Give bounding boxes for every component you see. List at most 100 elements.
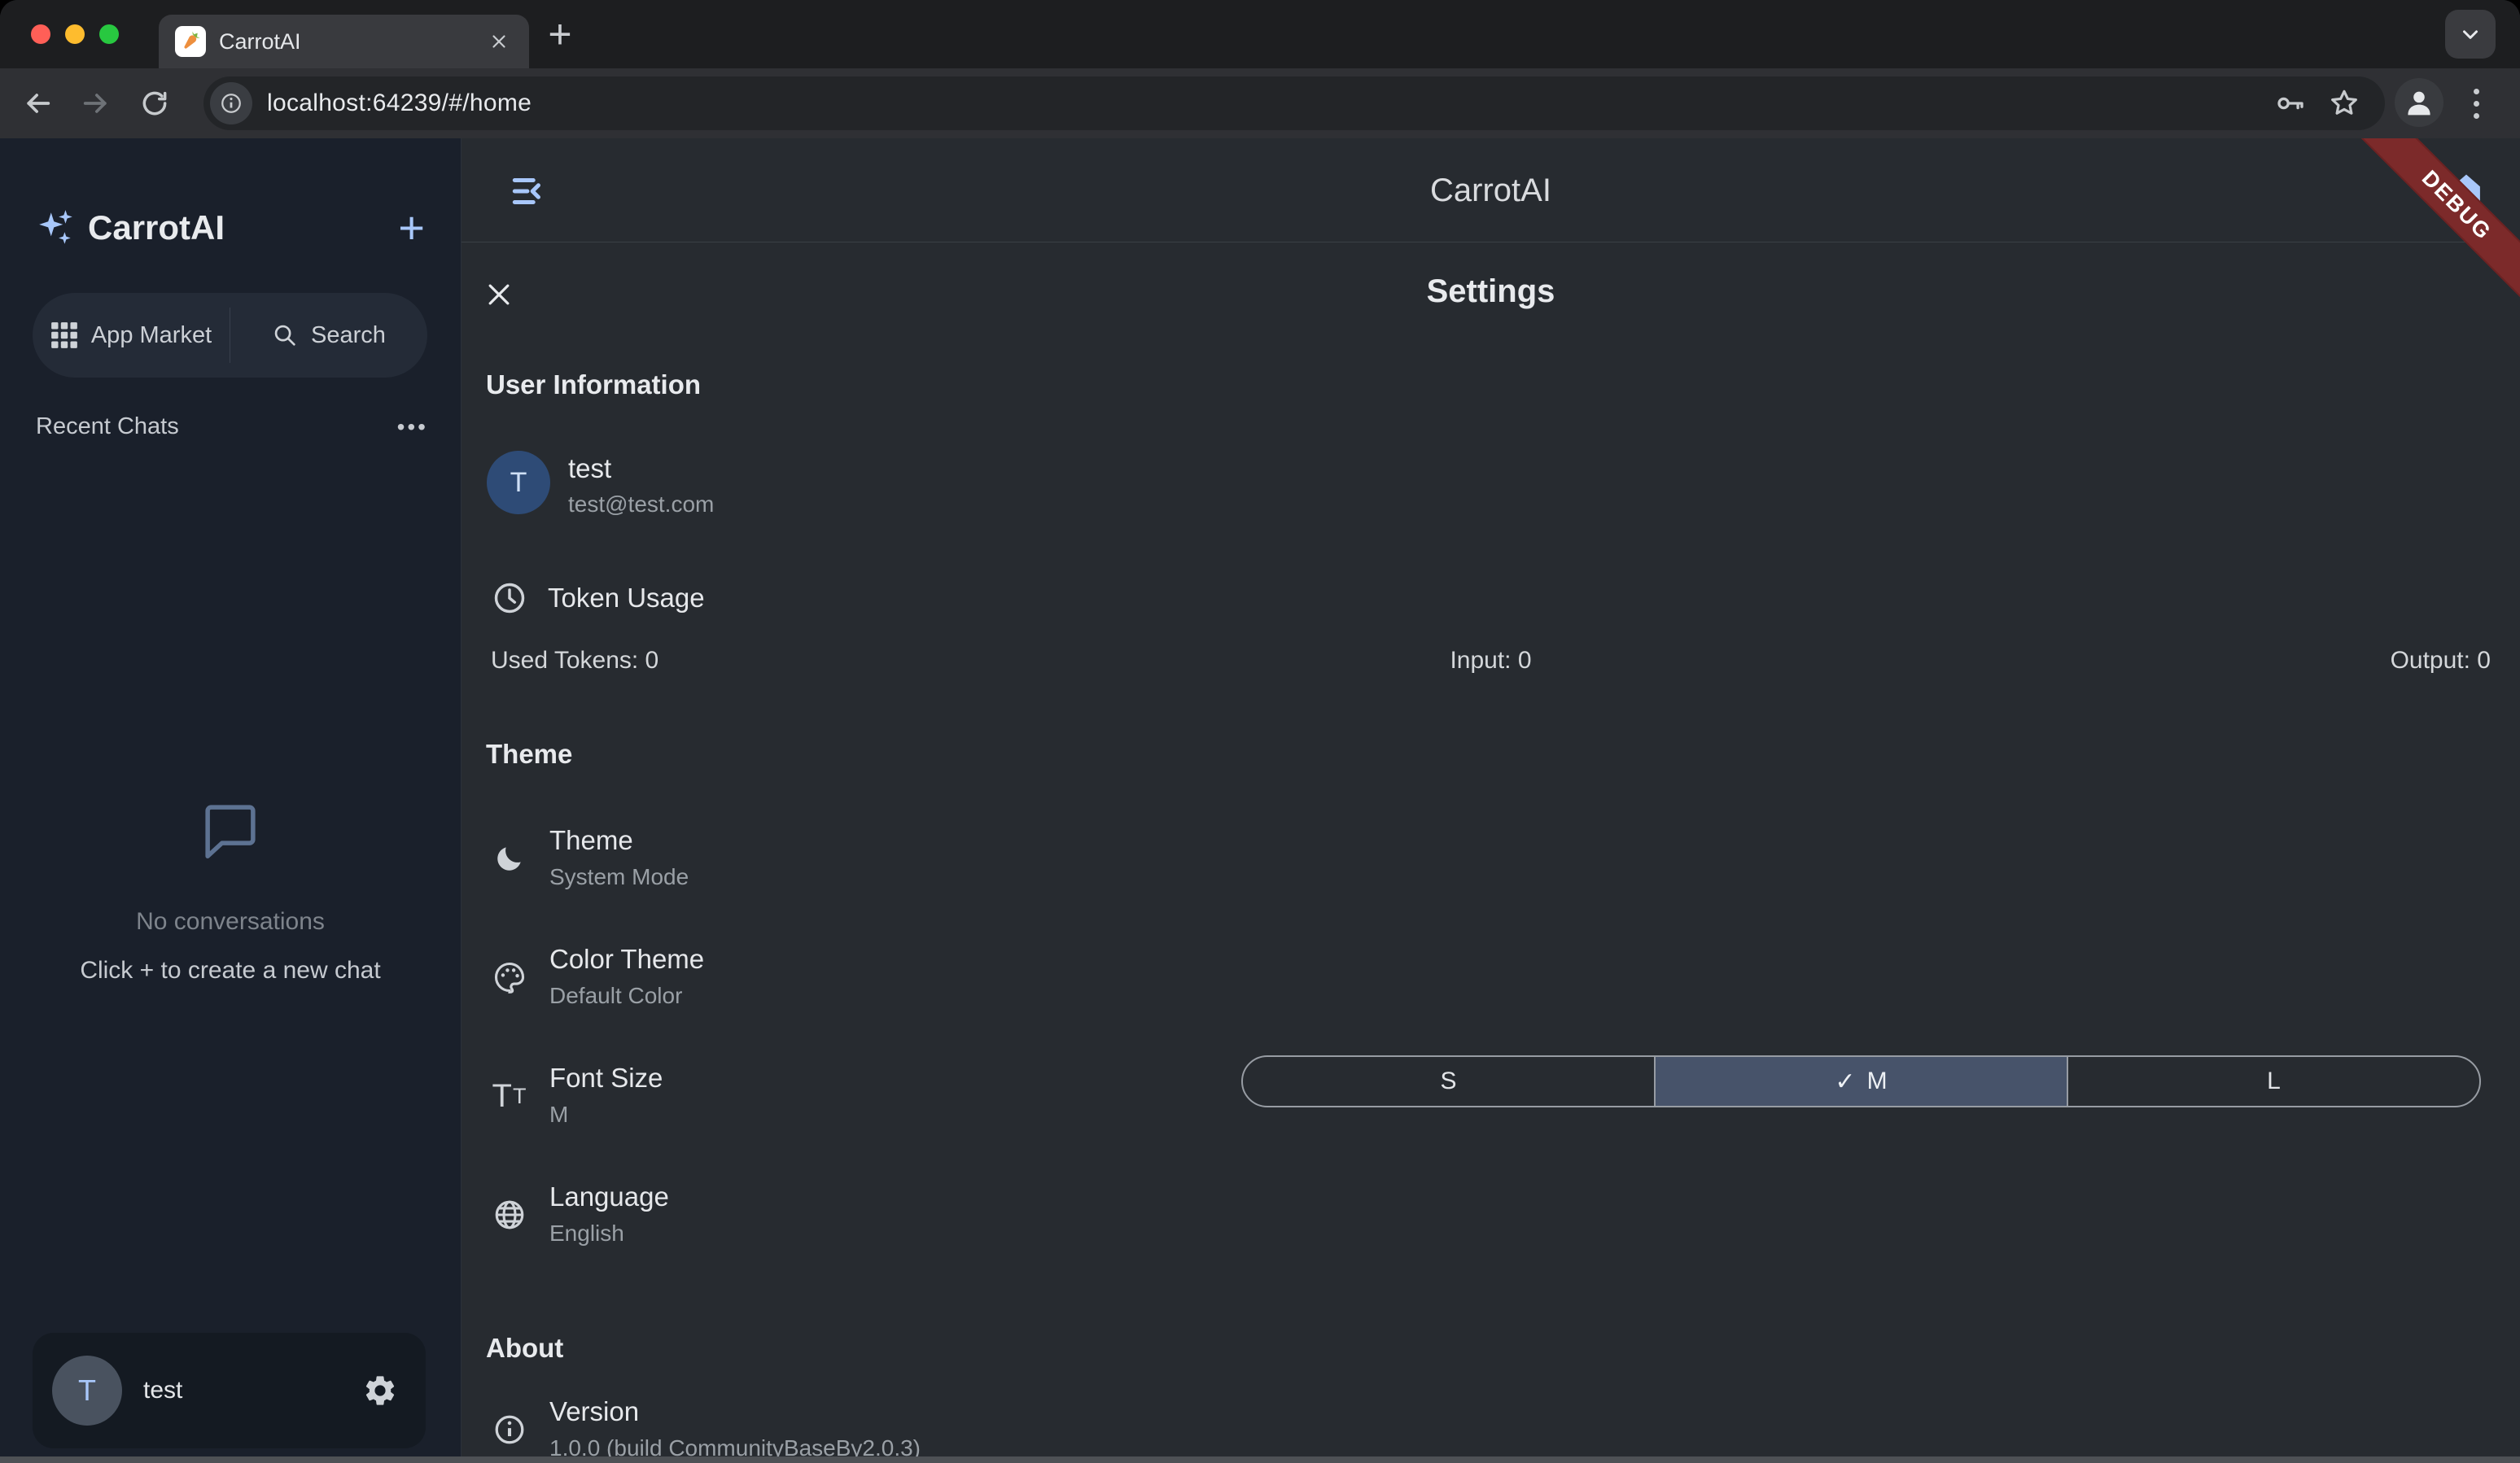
tab-search-button[interactable] [2445,10,2496,59]
bookmark-button[interactable] [2325,84,2364,123]
main-area: CarrotAI DEBUG Settings User Information [462,138,2520,1463]
font-size-option-l-label: L [2267,1068,2281,1095]
info-circle-icon [491,1411,528,1448]
browser-tab[interactable]: CarrotAI [159,15,529,68]
clock-icon [491,579,528,617]
user-info-row: T test test@test.com [487,451,714,518]
font-size-option-l[interactable]: L [2067,1057,2479,1106]
sidebar-header: CarrotAI + [36,205,425,251]
collapse-menu-icon [509,171,549,212]
app-market-label: App Market [91,322,212,349]
token-usage-row: Token Usage [491,579,705,617]
grid-icon [50,321,78,349]
new-chat-button[interactable]: + [398,205,425,251]
sparkle-logo-icon [36,207,77,248]
main-header: CarrotAI [462,138,2520,242]
recent-chats-header: Recent Chats ••• [36,413,428,440]
palette-icon [491,959,528,996]
font-size-label: Font Size [549,1059,663,1097]
window-controls [31,24,119,44]
settings-title: Settings [462,273,2520,310]
browser-menu-button[interactable] [2460,81,2492,125]
profile-button[interactable] [2395,78,2443,127]
token-stats-row: Used Tokens: 0 Input: 0 Output: 0 [491,647,2491,675]
person-icon [2401,85,2437,120]
star-icon [2327,86,2361,120]
back-button[interactable] [18,84,57,123]
password-manager-button[interactable] [2271,84,2310,123]
font-size-icon-big: T [492,1078,513,1115]
forward-arrow-icon [80,87,112,120]
used-tokens-value: Used Tokens: 0 [491,647,1157,675]
browser-toolbar: localhost:64239/#/home [0,68,2520,138]
color-theme-label: Color Theme [549,941,704,978]
window-bottom-edge [0,1456,2520,1463]
font-size-option-s[interactable]: S [1243,1057,1654,1106]
version-label: Version [549,1393,921,1430]
user-information-heading: User Information [486,369,701,400]
close-window-button[interactable] [31,24,50,44]
site-info-button[interactable] [210,82,252,124]
home-icon [2445,169,2487,212]
account-name: test [568,451,714,487]
sidebar: CarrotAI + App Market Search Recen [0,138,462,1463]
url-text[interactable]: localhost:64239/#/home [267,90,532,117]
moon-icon [491,840,528,877]
version-row: Version 1.0.0 (build CommunityBaseBy2.0.… [491,1393,921,1463]
theme-mode-value: System Mode [549,861,689,893]
app-root: CarrotAI + App Market Search Recen [0,138,2520,1463]
token-usage-label: Token Usage [548,583,705,614]
forward-button[interactable] [77,84,116,123]
color-theme-value: Default Color [549,980,704,1012]
brand-title: CarrotAI [88,208,225,247]
output-tokens-value: Output: 0 [1824,647,2491,675]
carrot-favicon-icon [175,26,206,57]
font-size-segmented-control: S ✓M L [1241,1055,2481,1107]
font-size-option-m[interactable]: ✓M [1654,1057,2067,1106]
font-size-option-m-label: M [1867,1068,1888,1095]
sidebar-toggle-button[interactable] [509,171,549,212]
sidebar-quick-actions: App Market Search [33,293,427,378]
recent-chats-label: Recent Chats [36,413,397,440]
sidebar-user-card[interactable]: T test [33,1333,426,1448]
settings-panel: Settings User Information T test test@te… [462,242,2520,1463]
chevron-down-icon [2458,22,2483,46]
account-email: test@test.com [568,491,714,518]
input-tokens-value: Input: 0 [1157,647,1824,675]
empty-subtitle: Click + to create a new chat [0,957,461,985]
font-size-icon: TT [491,1077,528,1115]
address-bar[interactable]: localhost:64239/#/home [203,76,2385,130]
reload-icon [139,88,170,119]
fullscreen-window-button[interactable] [99,24,119,44]
font-size-icon-small: T [513,1084,527,1109]
color-theme-row[interactable]: Color Theme Default Color [491,941,704,1012]
theme-mode-label: Theme [549,822,689,859]
font-size-value: M [549,1098,663,1131]
search-button[interactable]: Search [230,293,427,378]
recent-chats-more-button[interactable]: ••• [397,414,428,440]
about-heading: About [486,1333,563,1364]
user-avatar: T [52,1356,122,1426]
info-icon [219,91,243,116]
language-value: English [549,1217,669,1250]
chat-bubble-icon [195,794,266,866]
minimize-window-button[interactable] [65,24,85,44]
theme-mode-row[interactable]: Theme System Mode [491,822,689,893]
check-icon: ✓ [1835,1068,1855,1096]
new-tab-button[interactable]: + [537,11,583,57]
empty-title: No conversations [0,908,461,936]
home-button[interactable] [2445,169,2487,212]
search-icon [272,322,298,348]
theme-heading: Theme [486,739,572,770]
avatar: T [487,451,550,514]
font-size-option-s-label: S [1440,1068,1456,1095]
app-market-button[interactable]: App Market [33,293,230,378]
search-label: Search [311,322,386,349]
user-name: test [143,1377,362,1404]
reload-button[interactable] [135,84,174,123]
globe-icon [491,1196,528,1234]
gear-icon[interactable] [362,1373,398,1408]
language-row[interactable]: Language English [491,1178,669,1250]
tab-close-icon[interactable] [485,28,513,55]
browser-window: CarrotAI + localhost:64239/#/home [0,0,2520,1463]
